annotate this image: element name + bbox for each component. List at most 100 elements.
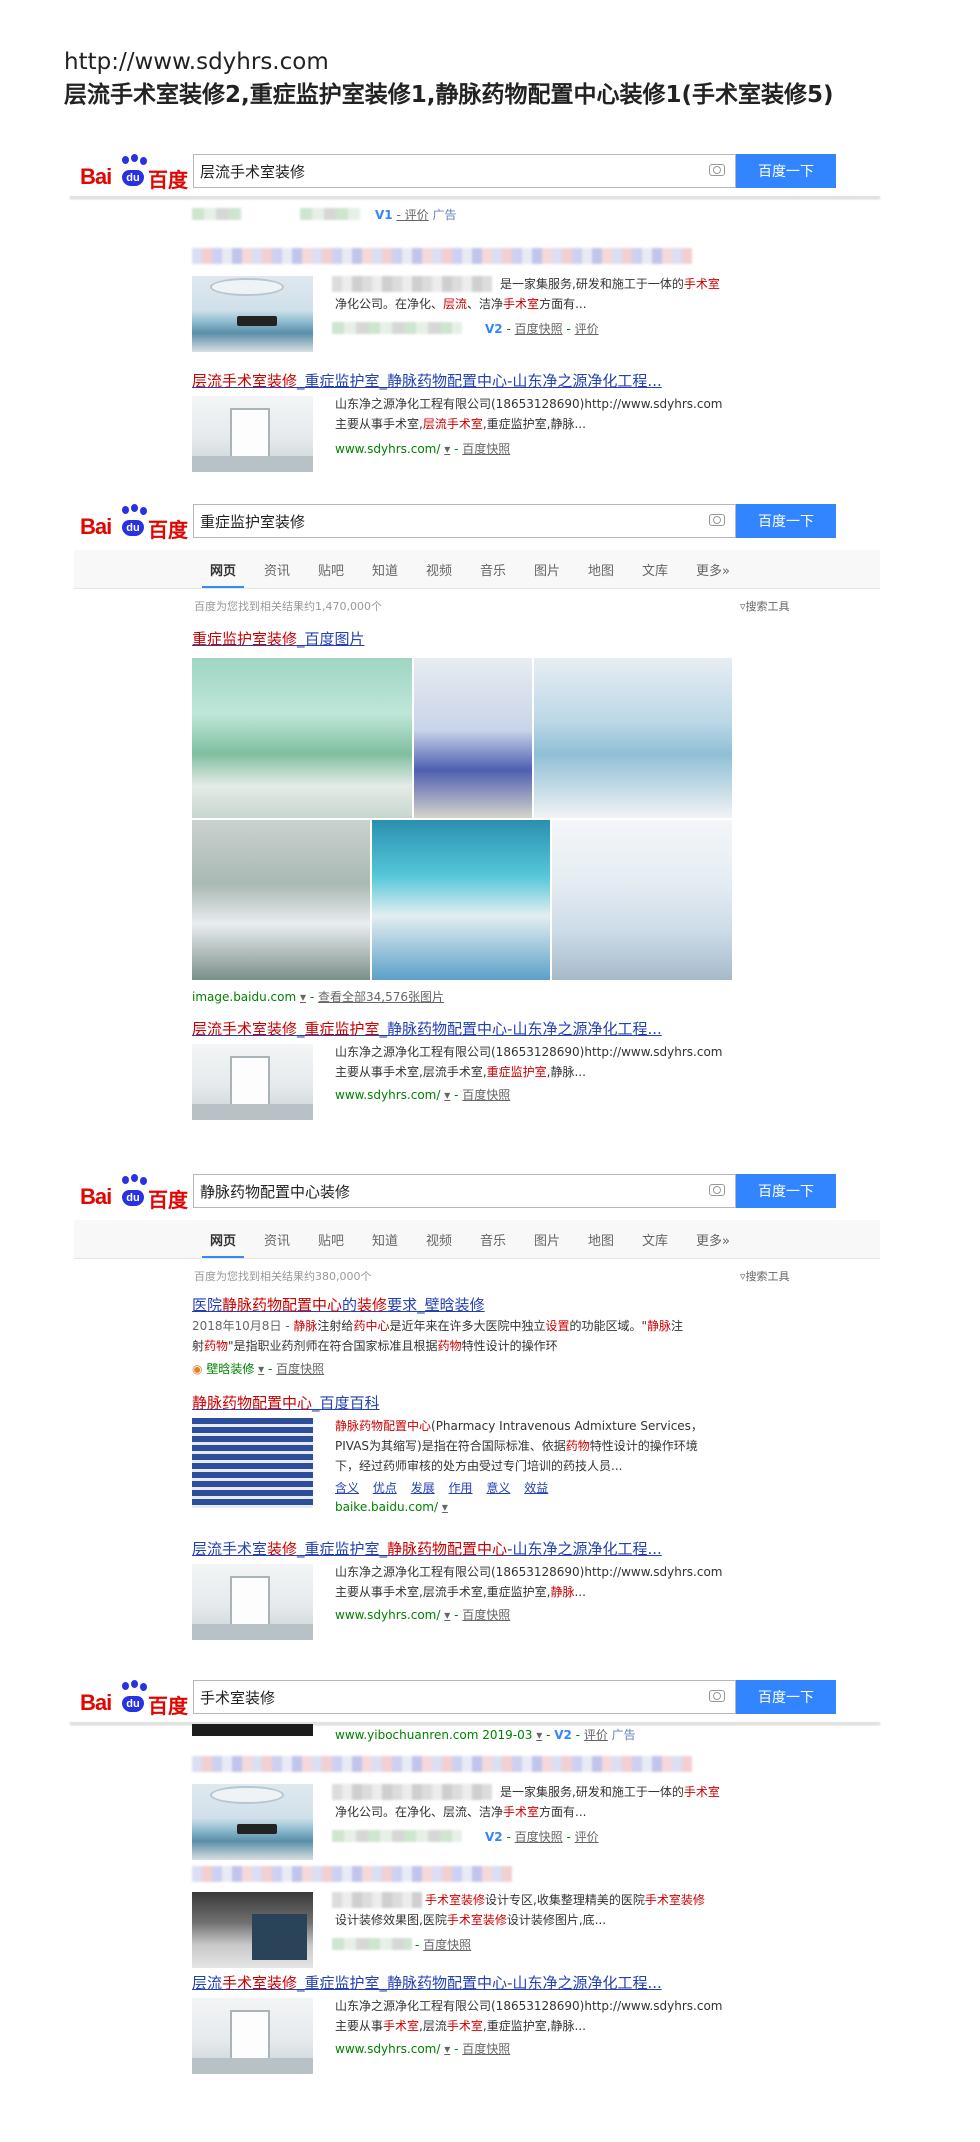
baike-link-benefit[interactable]: 效益 (524, 1481, 548, 1495)
tab-map[interactable]: 地图 (588, 1230, 614, 1249)
result-thumbnail[interactable] (192, 1418, 313, 1508)
rating-link[interactable]: 评价 (575, 1830, 599, 1844)
result-thumbnail[interactable] (192, 276, 313, 352)
camera-icon[interactable] (709, 164, 725, 176)
baidu-logo[interactable]: Bai du 百度 (80, 504, 188, 542)
search-button[interactable]: 百度一下 (736, 154, 836, 188)
paw-toe (140, 1683, 147, 1691)
tab-zhidao[interactable]: 知道 (372, 560, 398, 579)
tab-webpage[interactable]: 网页 (201, 1230, 245, 1258)
cache-link[interactable]: 百度快照 (515, 322, 563, 336)
cache-link[interactable]: 百度快照 (462, 1608, 510, 1622)
cache-link[interactable]: 百度快照 (462, 442, 510, 456)
search-button[interactable]: 百度一下 (736, 1174, 836, 1208)
result-thumbnail[interactable] (192, 1044, 313, 1120)
result-title-link[interactable]: 层流手术室装修_重症监护室_静脉药物配置中心-山东净之源净化工程... (192, 370, 662, 391)
baidu-logo[interactable]: Bai du 百度 (80, 1174, 188, 1212)
tab-zhidao[interactable]: 知道 (372, 1230, 398, 1249)
icu-image[interactable] (414, 658, 532, 818)
rating-link[interactable]: 评价 (405, 208, 429, 222)
search-button[interactable]: 百度一下 (736, 504, 836, 538)
tab-images[interactable]: 图片 (534, 1230, 560, 1249)
baidu-logo[interactable]: Bai du 百度 (80, 1680, 188, 1718)
tab-map[interactable]: 地图 (588, 560, 614, 579)
search-input-box[interactable] (193, 154, 736, 188)
camera-icon[interactable] (709, 514, 725, 526)
icu-image[interactable] (192, 820, 370, 980)
blurred-result-title[interactable] (192, 248, 692, 264)
ad-label[interactable]: 广告 (432, 208, 456, 222)
search-tools-button[interactable]: ▿搜索工具 (740, 1268, 790, 1284)
result-source[interactable]: 壁晗装修 (206, 1362, 254, 1376)
tab-wenku[interactable]: 文库 (642, 1230, 668, 1249)
view-all-images-link[interactable]: 查看全部34,576张图片 (318, 990, 444, 1004)
baike-link-advantages[interactable]: 优点 (373, 1481, 397, 1495)
tab-webpage[interactable]: 网页 (201, 560, 245, 588)
paw-toe (131, 154, 138, 162)
icu-image[interactable] (192, 658, 412, 818)
blurred-result-title[interactable] (192, 1866, 512, 1882)
search-input-box[interactable] (193, 1174, 736, 1208)
icu-image[interactable] (552, 820, 732, 980)
tab-wenku[interactable]: 文库 (642, 560, 668, 579)
tab-music[interactable]: 音乐 (480, 1230, 506, 1249)
search-input-box[interactable] (193, 504, 736, 538)
rating-link[interactable]: 评价 (584, 1728, 608, 1742)
tab-news[interactable]: 资讯 (264, 560, 290, 579)
result-thumbnail[interactable] (192, 396, 313, 472)
tab-more[interactable]: 更多» (696, 1230, 730, 1249)
tab-tieba[interactable]: 贴吧 (318, 1230, 344, 1249)
result-title-link[interactable]: 层流手术室装修_重症监护室_静脉药物配置中心-山东净之源净化工程... (192, 1538, 662, 1559)
search-input[interactable] (200, 511, 680, 531)
image-result-title[interactable]: 重症监护室装修_百度图片 (192, 628, 365, 649)
result-url[interactable]: www.sdyhrs.com/ (335, 442, 440, 456)
image-source-url[interactable]: image.baidu.com (192, 990, 296, 1004)
search-tools-button[interactable]: ▿搜索工具 (740, 598, 790, 614)
search-input[interactable] (200, 161, 680, 181)
ad-label[interactable]: 广告 (612, 1728, 636, 1742)
result-snippet: 山东净之源净化工程有限公司(18653128690)http://www.sdy… (335, 1045, 723, 1079)
baike-link-development[interactable]: 发展 (411, 1481, 435, 1495)
cropped-thumbnail[interactable] (192, 1724, 313, 1736)
cache-link[interactable]: 百度快照 (276, 1362, 324, 1376)
tab-video[interactable]: 视频 (426, 1230, 452, 1249)
blurred-result-title[interactable] (192, 1756, 692, 1772)
search-button[interactable]: 百度一下 (736, 1680, 836, 1714)
result-url[interactable]: www.sdyhrs.com/ (335, 1088, 440, 1102)
result-url[interactable]: www.sdyhrs.com/ (335, 1608, 440, 1622)
tab-tieba[interactable]: 贴吧 (318, 560, 344, 579)
baike-link-significance[interactable]: 意义 (486, 1481, 510, 1495)
tab-more[interactable]: 更多» (696, 560, 730, 579)
ad-url[interactable]: www.yibochuanren.com (335, 1728, 478, 1742)
icu-image[interactable] (534, 658, 732, 818)
search-input[interactable] (200, 1687, 680, 1707)
cache-link[interactable]: 百度快照 (515, 1830, 563, 1844)
logo-bai-text: Bai (80, 164, 112, 189)
baidu-logo[interactable]: Bai du 百度 (80, 154, 188, 192)
result-title-link[interactable]: 医院静脉药物配置中心的装修要求_壁晗装修 (192, 1294, 485, 1315)
tab-news[interactable]: 资讯 (264, 1230, 290, 1249)
cache-link[interactable]: 百度快照 (462, 1088, 510, 1102)
cache-link[interactable]: 百度快照 (462, 2042, 510, 2056)
cache-link[interactable]: 百度快照 (423, 1938, 471, 1952)
result-thumbnail[interactable] (192, 1564, 313, 1640)
camera-icon[interactable] (709, 1184, 725, 1196)
result-url[interactable]: www.sdyhrs.com/ (335, 2042, 440, 2056)
result-title-link[interactable]: 层流手术室装修_重症监护室_静脉药物配置中心-山东净之源净化工程... (192, 1018, 662, 1039)
baike-link-function[interactable]: 作用 (449, 1481, 473, 1495)
tab-music[interactable]: 音乐 (480, 560, 506, 579)
result-url[interactable]: baike.baidu.com/ (335, 1500, 438, 1514)
result-thumbnail[interactable] (192, 1998, 313, 2074)
camera-icon[interactable] (709, 1690, 725, 1702)
baike-link-meaning[interactable]: 含义 (335, 1481, 359, 1495)
search-input-box[interactable] (193, 1680, 736, 1714)
tab-video[interactable]: 视频 (426, 560, 452, 579)
icu-image[interactable] (372, 820, 550, 980)
baike-result-title[interactable]: 静脉药物配置中心_百度百科 (192, 1392, 380, 1413)
result-thumbnail[interactable] (192, 1784, 313, 1860)
result-thumbnail[interactable] (192, 1892, 313, 1968)
rating-link[interactable]: 评价 (575, 322, 599, 336)
result-title-link[interactable]: 层流手术室装修_重症监护室_静脉药物配置中心-山东净之源净化工程... (192, 1972, 662, 1993)
tab-images[interactable]: 图片 (534, 560, 560, 579)
search-input[interactable] (200, 1181, 680, 1201)
